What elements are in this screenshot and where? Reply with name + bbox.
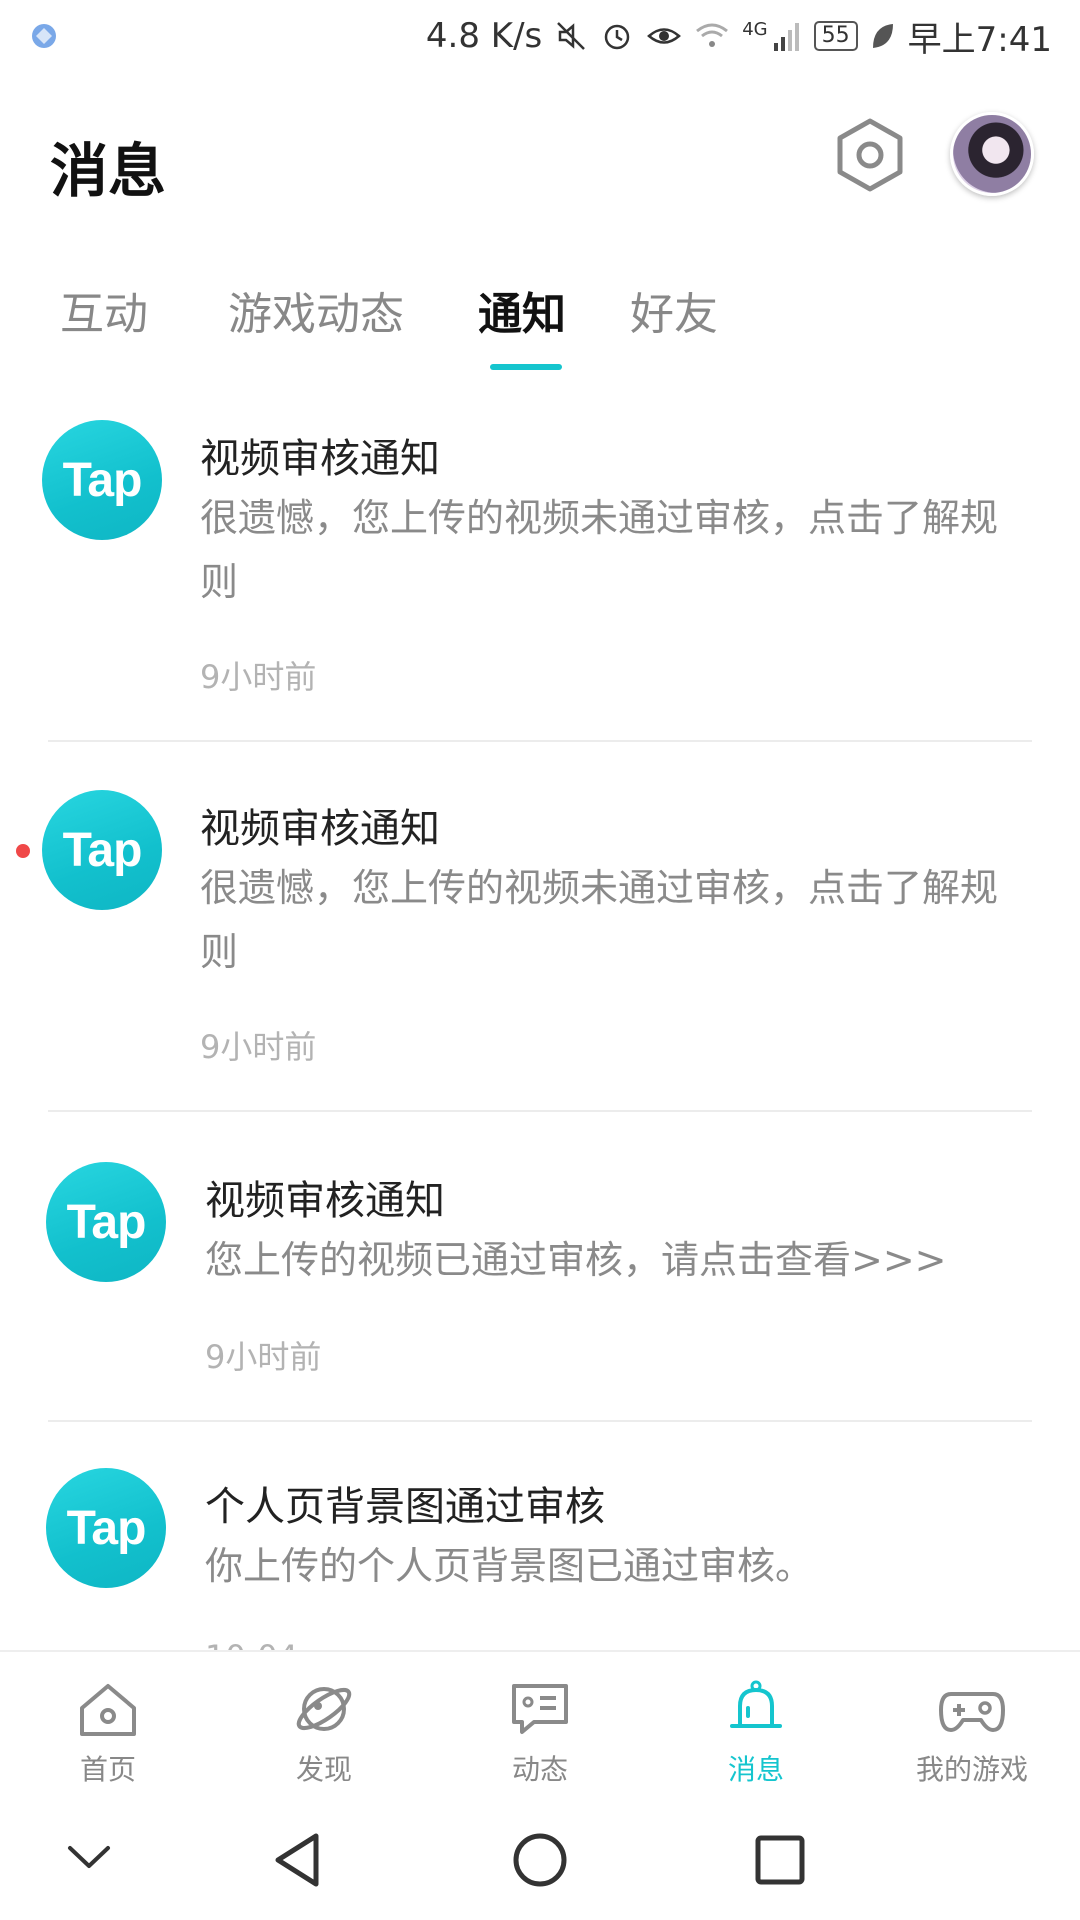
tab-bar: 互动 游戏动态 通知 好友 xyxy=(0,270,1080,370)
item-time: 9小时前 xyxy=(200,1028,317,1066)
list-item[interactable]: Tap 视频审核通知 很遗憾，您上传的视频未通过审核，点击了解规则 9小时前 xyxy=(0,400,1080,770)
item-body: 您上传的视频已通过审核，请点击查看>>> xyxy=(205,1238,947,1282)
status-bar: 4.8 K/s 4G 55 早上7:41 xyxy=(0,0,1080,72)
list-item[interactable]: Tap 视频审核通知 很遗憾，您上传的视频未通过审核，点击了解规则 9小时前 xyxy=(0,770,1080,1140)
item-title: 视频审核通知 xyxy=(200,806,440,852)
nav-label: 首页 xyxy=(79,1753,136,1786)
nav-messages[interactable]: 消息 xyxy=(648,1652,864,1802)
nav-label: 消息 xyxy=(727,1753,784,1786)
nav-my-games[interactable]: 我的游戏 xyxy=(864,1652,1080,1802)
settings-hex-icon[interactable] xyxy=(830,115,910,195)
divider xyxy=(48,1420,1032,1422)
tab-interaction[interactable]: 互动 xyxy=(60,278,148,342)
notification-list: Tap 视频审核通知 很遗憾，您上传的视频未通过审核，点击了解规则 9小时前 T… xyxy=(0,400,1080,1650)
home-icon xyxy=(80,1684,136,1736)
tap-logo-icon: Tap xyxy=(46,1468,166,1588)
list-item[interactable]: Tap 视频审核通知 您上传的视频已通过审核，请点击查看>>> 9小时前 xyxy=(0,1140,1080,1446)
list-item[interactable]: Tap 个人页背景图通过审核 你上传的个人页背景图已通过审核。 10-04 xyxy=(0,1446,1080,1650)
wifi-icon xyxy=(696,23,729,47)
active-tab-indicator xyxy=(490,364,562,370)
nav-label: 动态 xyxy=(511,1753,568,1786)
back-triangle-icon[interactable] xyxy=(270,1830,326,1890)
alarm-icon xyxy=(604,24,630,50)
divider xyxy=(48,740,1032,742)
battery-level: 55 xyxy=(813,21,858,51)
nav-feed[interactable]: 动态 xyxy=(432,1652,648,1802)
discover-planet-icon xyxy=(296,1687,352,1731)
tap-logo-icon: Tap xyxy=(42,420,162,540)
eye-icon xyxy=(647,28,682,44)
nav-home[interactable]: 首页 xyxy=(0,1652,216,1802)
header: 消息 xyxy=(0,100,1080,220)
net-speed: 4.8 K/s xyxy=(425,16,543,56)
feed-chat-icon xyxy=(512,1684,568,1734)
mute-icon xyxy=(557,22,586,50)
item-time: 10-04 xyxy=(205,1638,298,1650)
item-time: 9小时前 xyxy=(200,658,317,696)
collapse-chevron-icon[interactable] xyxy=(64,1842,114,1872)
signal-icon xyxy=(773,23,799,51)
item-time: 9小时前 xyxy=(205,1338,322,1376)
home-circle-icon[interactable] xyxy=(510,1830,570,1890)
avatar[interactable] xyxy=(950,112,1034,196)
gamepad-icon xyxy=(939,1692,1005,1732)
tab-notifications[interactable]: 通知 xyxy=(478,278,566,342)
nav-discover[interactable]: 发现 xyxy=(216,1652,432,1802)
item-title: 视频审核通知 xyxy=(200,436,440,482)
item-body: 很遗憾，您上传的视频未通过审核，点击了解规则 xyxy=(200,866,999,974)
item-body: 很遗憾，您上传的视频未通过审核，点击了解规则 xyxy=(200,496,999,604)
item-title: 个人页背景图通过审核 xyxy=(205,1484,605,1530)
tap-logo-icon: Tap xyxy=(46,1162,166,1282)
bell-icon xyxy=(730,1680,782,1728)
tab-friends[interactable]: 好友 xyxy=(630,278,718,342)
item-body: 你上传的个人页背景图已通过审核。 xyxy=(205,1544,814,1588)
item-title: 视频审核通知 xyxy=(205,1178,445,1224)
nav-label: 我的游戏 xyxy=(915,1753,1028,1786)
network-type: 4G xyxy=(742,18,768,40)
app-notification-icon xyxy=(32,24,56,48)
tab-game-updates[interactable]: 游戏动态 xyxy=(228,278,404,342)
bottom-nav: 首页 发现 动态 消息 我的游戏 xyxy=(0,1650,1080,1800)
clock: 早上7:41 xyxy=(907,19,1052,60)
leaf-icon xyxy=(872,24,893,48)
page-title: 消息 xyxy=(50,137,167,205)
unread-dot xyxy=(16,844,30,858)
nav-label: 发现 xyxy=(295,1753,352,1786)
system-nav-bar xyxy=(0,1800,1080,1920)
recents-square-icon[interactable] xyxy=(752,1830,808,1890)
tap-logo-icon: Tap xyxy=(42,790,162,910)
divider xyxy=(48,1110,1032,1112)
